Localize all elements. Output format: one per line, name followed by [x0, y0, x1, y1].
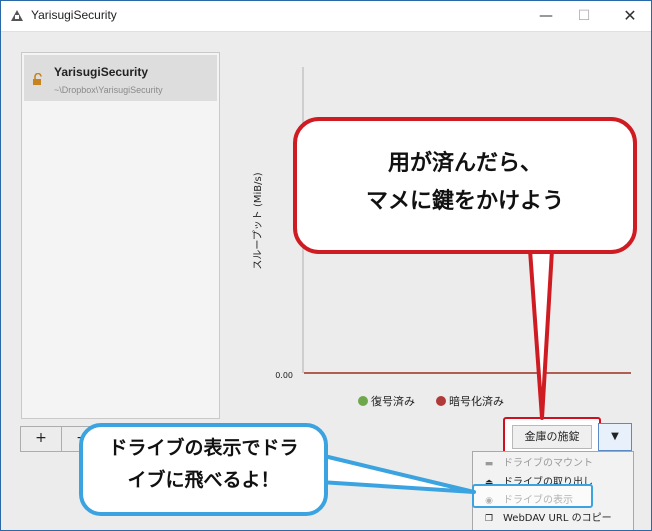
callout-reveal-drive-text: ドライブの表示でドラ イブに飛べるよ！: [108, 437, 299, 491]
callout-lock-reminder-text: 用が済んだら、 マメに鍵をかけよう: [365, 151, 564, 214]
